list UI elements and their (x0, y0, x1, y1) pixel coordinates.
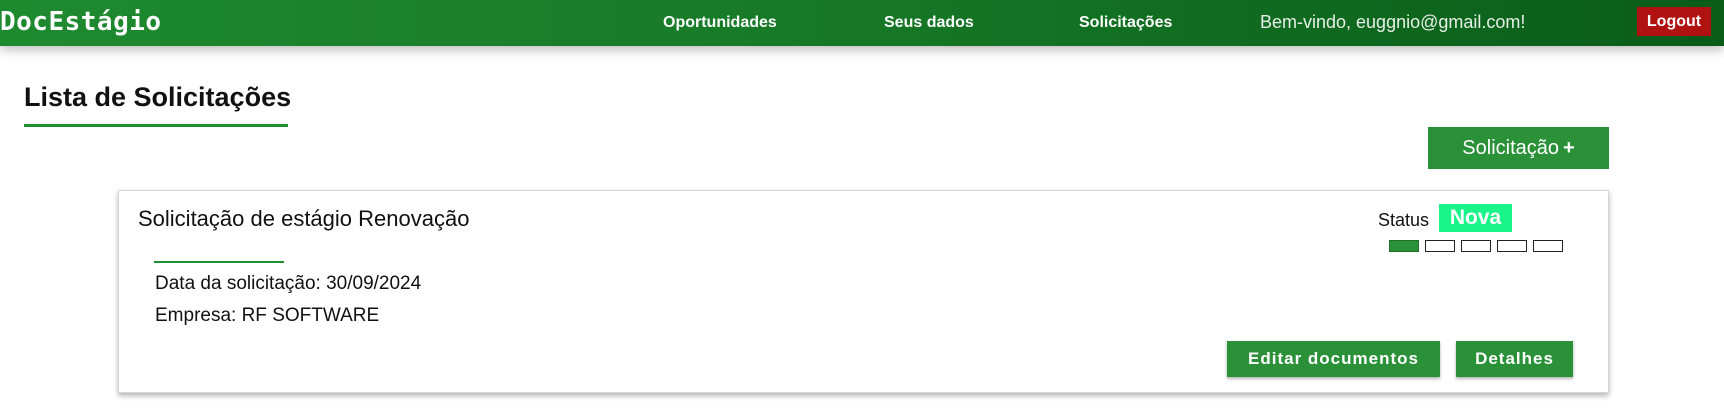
edit-documents-button[interactable]: Editar documentos (1227, 341, 1440, 377)
progress-step (1425, 240, 1455, 252)
status-badge: Nova (1439, 204, 1512, 232)
nav-link-seus-dados[interactable]: Seus dados (884, 11, 974, 35)
progress-step (1389, 240, 1419, 252)
request-date: Data da solicitação: 30/09/2024 (155, 273, 422, 294)
request-company: Empresa: RF SOFTWARE (155, 305, 380, 326)
details-button[interactable]: Detalhes (1456, 341, 1573, 377)
status-progress (1389, 240, 1563, 252)
progress-step (1497, 240, 1527, 252)
page-title: Lista de Solicitações (24, 82, 292, 112)
nav-link-oportunidades[interactable]: Oportunidades (663, 11, 777, 35)
request-title: Solicitação de estágio Renovação (138, 206, 470, 231)
title-underline (24, 124, 288, 127)
progress-step (1461, 240, 1491, 252)
welcome-message: Bem-vindo, euggnio@gmail.com! (1260, 12, 1526, 32)
plus-icon: + (1563, 137, 1575, 159)
logout-button[interactable]: Logout (1637, 7, 1711, 36)
nav-link-solicitacoes[interactable]: Solicitações (1079, 11, 1172, 35)
card-divider (154, 261, 284, 263)
progress-step (1533, 240, 1563, 252)
add-request-button[interactable]: Solicitação + (1428, 127, 1609, 169)
request-card: Solicitação de estágio Renovação Data da… (118, 190, 1609, 393)
add-request-label: Solicitação (1462, 137, 1560, 159)
status-label: Status (1378, 210, 1430, 230)
top-navbar: DocEstágio Oportunidades Seus dados Soli… (0, 0, 1724, 46)
brand-logo[interactable]: DocEstágio (0, 4, 162, 40)
